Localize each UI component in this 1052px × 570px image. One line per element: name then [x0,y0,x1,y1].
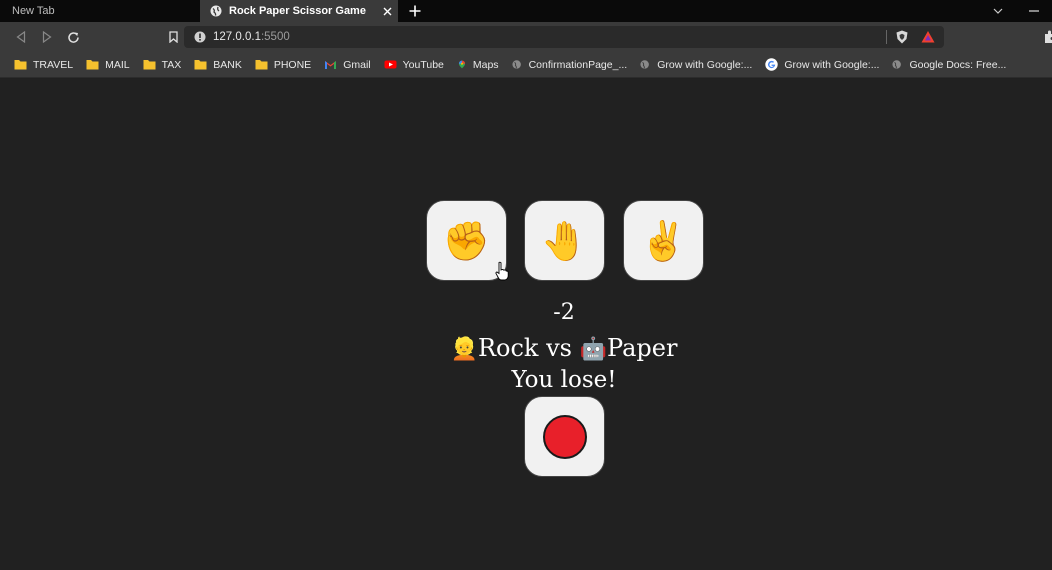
url-port: :5500 [260,31,290,43]
address-bar[interactable]: 127.0.0.1:5500 [184,26,944,48]
minimize-button[interactable] [1016,0,1052,22]
reload-button[interactable] [60,24,86,50]
bookmark-travel[interactable]: TRAVEL [14,59,73,71]
bookmark-grow-with-google-2[interactable]: Grow with Google:... [765,58,879,71]
bookmark-page-button[interactable] [160,24,186,50]
window-controls [980,0,1052,22]
bookmark-phone[interactable]: PHONE [255,59,311,71]
bookmark-icon [168,31,178,43]
folder-icon [194,60,207,70]
computer-choice: Paper [607,334,678,362]
folder-icon [255,60,268,70]
site-info-icon[interactable] [194,31,206,43]
tab-rock-paper-scissor-game[interactable]: Rock Paper Scissor Game [200,0,398,22]
globe-icon [511,60,521,69]
url-text: 127.0.0.1:5500 [213,31,290,43]
scissors-icon: ✌️ [639,218,688,263]
bookmark-confirmationpage[interactable]: ConfirmationPage_... [511,58,628,71]
chevron-down-icon [993,8,1003,14]
brave-rewards-icon[interactable] [920,29,936,45]
matchup-text: 👱Rock vs 🤖Paper [0,334,1052,362]
folder-icon [143,60,156,70]
plus-icon [409,5,421,17]
globe-icon [210,5,222,17]
bookmark-label: YouTube [402,58,444,71]
reset-button[interactable] [524,396,605,477]
player-choice: Rock [477,334,539,362]
bookmark-gmail[interactable]: Gmail [324,58,371,71]
bookmark-label: BANK [213,58,242,71]
tab-search-button[interactable] [980,0,1016,22]
paper-button[interactable]: 🤚 [524,200,605,281]
bookmark-youtube[interactable]: YouTube [384,59,444,71]
bookmark-mail[interactable]: MAIL [86,59,130,71]
game-page: ✊ 🤚 ✌️ -2 👱Rock vs 🤖Paper You lose! [0,79,1052,570]
bookmark-bank[interactable]: BANK [194,59,242,71]
scissors-button[interactable]: ✌️ [623,200,704,281]
tab-title: New Tab [12,5,55,17]
hand-cursor-icon [495,261,509,281]
bookmark-grow-with-google-1[interactable]: Grow with Google:... [640,59,752,71]
bookmark-label: TRAVEL [33,58,74,71]
paper-icon: 🤚 [540,218,589,263]
bookmark-label: ConfirmationPage_... [528,58,628,71]
rock-icon: ✊ [442,218,491,263]
score: -2 [553,300,575,325]
forward-button[interactable] [34,24,60,50]
folder-icon [14,60,27,70]
bookmark-label: TAX [161,58,182,71]
divider [886,30,887,44]
tab-new-tab[interactable]: New Tab [0,0,200,22]
bookmark-label: Gmail [343,58,371,71]
bookmark-google-docs[interactable]: Google Docs: Free... [892,59,1006,71]
folder-icon [86,60,99,70]
bookmark-label: Google Docs: Free... [909,58,1007,71]
close-tab-icon[interactable] [380,4,394,18]
back-button[interactable] [8,24,34,50]
extensions-icon[interactable] [1043,29,1052,45]
robot-icon: 🤖 [579,337,608,362]
player-icon: 👱 [450,337,478,362]
google-icon [765,58,779,71]
back-icon [16,31,26,43]
browser-toolbar: 127.0.0.1:5500 [0,22,1052,52]
globe-icon [640,60,650,69]
bookmark-label: PHONE [273,58,312,71]
url-host: 127.0.0.1 [213,31,261,43]
globe-icon [892,60,902,69]
bookmark-maps[interactable]: Maps [457,59,499,71]
forward-icon [42,31,52,43]
bookmark-label: Maps [472,58,499,71]
red-circle-icon [542,414,587,459]
bookmark-label: Grow with Google:... [657,58,753,71]
tab-strip: New Tab Rock Paper Scissor Game [0,0,1052,22]
minimize-icon [1029,10,1039,12]
new-tab-button[interactable] [402,0,428,22]
brave-shields-icon[interactable] [894,29,910,45]
bookmarks-bar: TRAVEL MAIL TAX BANK PHONE Gmail YouTube [0,52,1052,78]
result-message: You lose! [511,367,617,393]
bookmark-tax[interactable]: TAX [143,58,182,71]
gmail-icon [325,61,337,69]
maps-icon [458,60,465,69]
vs-label: vs [546,334,572,362]
youtube-icon [384,60,397,69]
tab-title: Rock Paper Scissor Game [229,5,366,17]
reload-icon [67,31,79,43]
bookmark-label: Grow with Google:... [784,58,880,71]
bookmark-label: MAIL [105,58,130,71]
